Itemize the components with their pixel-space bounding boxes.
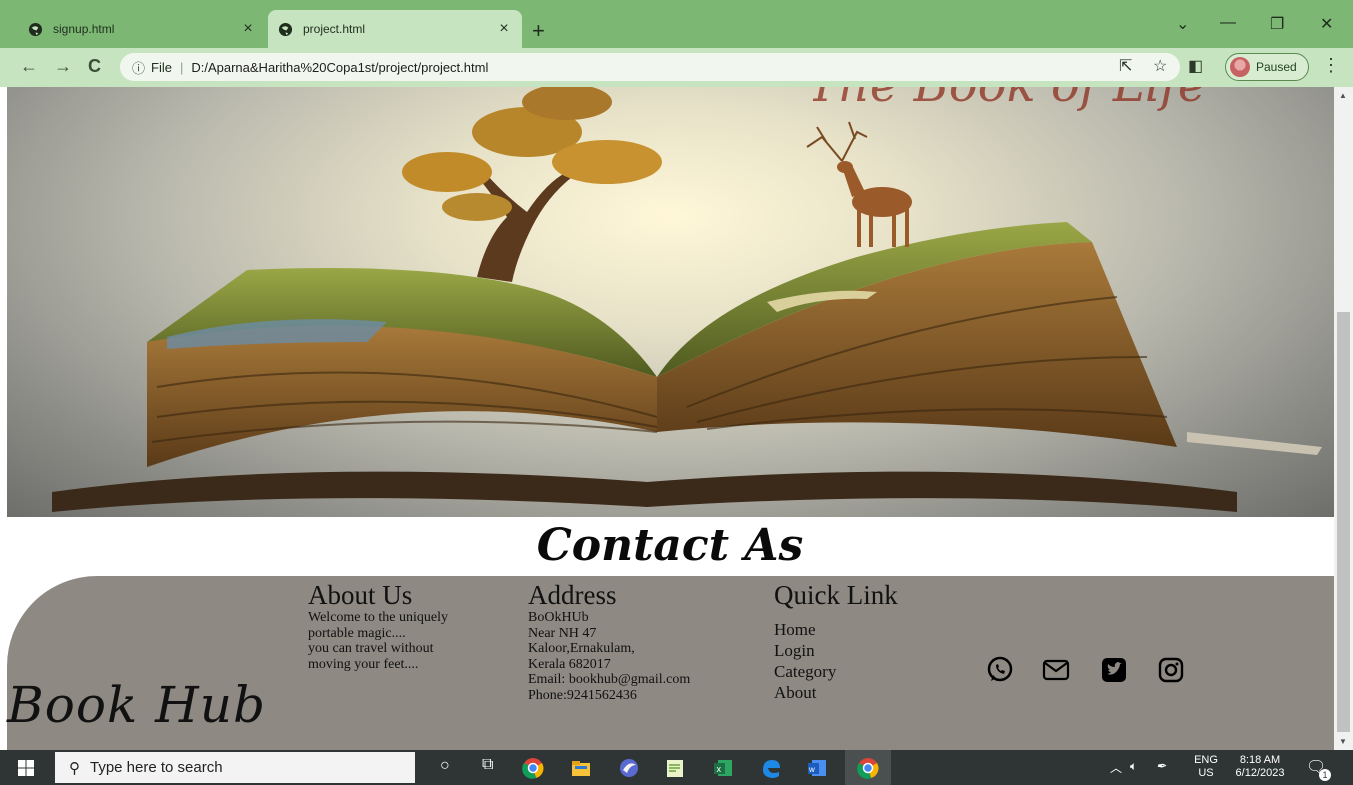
scroll-down-icon[interactable]: ▼ xyxy=(1339,737,1347,746)
quick-link-about[interactable]: About xyxy=(774,682,974,703)
back-icon[interactable]: ← xyxy=(20,56,38,77)
address-line: Kerala 682017 xyxy=(528,656,611,672)
tab-search-icon[interactable]: ⌄ xyxy=(1176,14,1189,34)
about-line: you can travel without xyxy=(308,641,434,656)
info-icon[interactable]: ⓘ xyxy=(132,58,145,77)
volume-icon[interactable]: 🔈︎ xyxy=(1130,759,1137,774)
svg-text:w: w xyxy=(808,765,815,774)
footer-brand-logo: Book Hub xyxy=(7,676,266,734)
quick-link-home[interactable]: Home xyxy=(774,619,974,640)
tab-title: project.html xyxy=(303,22,366,36)
about-line: portable magic.... xyxy=(308,625,406,641)
show-hidden-icons[interactable]: ︿ xyxy=(1110,759,1122,776)
side-panel-icon[interactable]: ◧ xyxy=(1188,56,1203,76)
quick-link-login[interactable]: Login xyxy=(774,640,974,661)
cortana-icon[interactable]: ○ xyxy=(440,757,450,775)
scroll-up-icon[interactable]: ▲ xyxy=(1339,91,1347,100)
globe-icon xyxy=(28,22,43,36)
reload-icon[interactable]: C xyxy=(88,56,101,77)
share-icon[interactable]: ⇱ xyxy=(1119,56,1132,76)
instagram-icon[interactable] xyxy=(1156,655,1186,685)
clock[interactable]: 8:18 AM 6/12/2023 xyxy=(1228,754,1292,780)
profile-button[interactable]: Paused xyxy=(1225,53,1309,81)
contact-heading: Contact As xyxy=(536,520,804,571)
site-footer: Book Hub About Us Welcome to the uniquel… xyxy=(7,576,1334,750)
close-tab-icon[interactable]: × xyxy=(240,20,256,38)
about-heading: About Us xyxy=(308,580,413,610)
url-scheme-label: File xyxy=(151,59,172,75)
clock-time: 8:18 AM xyxy=(1239,754,1281,766)
browser-toolbar: ← → C ⓘ File | D:/Aparna&Haritha%20Copa1… xyxy=(0,48,1353,87)
chrome-taskbar-icon[interactable] xyxy=(522,757,544,779)
excel-icon[interactable]: x xyxy=(712,757,734,779)
quick-link-heading: Quick Link xyxy=(774,580,898,610)
task-view-icon[interactable]: ⧉ xyxy=(482,756,493,774)
restore-icon[interactable]: ❐ xyxy=(1270,14,1284,34)
tab-signup[interactable]: signup.html × xyxy=(18,10,266,48)
clock-date: 6/12/2023 xyxy=(1235,767,1285,779)
page-viewport: The Book of Life Contact As Book Hub Abo… xyxy=(0,87,1353,750)
taskbar-search-placeholder: Type here to search xyxy=(90,759,223,776)
svg-text:x: x xyxy=(717,764,722,774)
address-heading: Address xyxy=(528,580,617,610)
about-line: Welcome to the uniquely xyxy=(308,610,448,625)
language-label: ENG xyxy=(1194,754,1218,766)
tab-title: signup.html xyxy=(53,22,115,36)
url-text[interactable]: D:/Aparna&Haritha%20Copa1st/project/proj… xyxy=(191,60,488,75)
address-section: Address BoOkHUb Near NH 47 Kaloor,Ernaku… xyxy=(528,580,748,703)
avatar xyxy=(1230,57,1250,77)
windows-taskbar: ⚲ Type here to search ○ ⧉ x w ︿ 🔈︎ ✒ ENG… xyxy=(0,750,1353,785)
quick-link-section: Quick Link Home Login Category About xyxy=(774,580,974,703)
region-label: US xyxy=(1198,767,1214,779)
minimize-icon[interactable]: — xyxy=(1220,14,1236,32)
bookmark-star-icon[interactable]: ☆ xyxy=(1153,56,1167,76)
open-book-illustration xyxy=(52,87,1322,512)
notification-count: 1 xyxy=(1319,769,1331,781)
quick-link-category[interactable]: Category xyxy=(774,661,974,682)
profile-status: Paused xyxy=(1256,60,1297,74)
whatsapp-icon[interactable] xyxy=(985,655,1015,685)
mail-icon[interactable] xyxy=(1041,655,1071,685)
address-line: Near NH 47 xyxy=(528,625,597,641)
word-icon[interactable]: w xyxy=(806,757,828,779)
taskbar-search-box[interactable]: ⚲ Type here to search xyxy=(55,752,415,783)
close-window-icon[interactable]: ✕ xyxy=(1320,14,1333,34)
search-icon: ⚲ xyxy=(69,759,80,777)
chrome-profile-taskbar-icon[interactable] xyxy=(857,757,879,779)
new-tab-button[interactable]: + xyxy=(532,18,545,44)
about-line: moving your feet.... xyxy=(308,656,419,672)
hero-script-title: The Book of Life xyxy=(807,87,1206,113)
hero-image: The Book of Life xyxy=(7,87,1334,517)
globe-icon xyxy=(278,22,293,36)
page-scrollbar[interactable]: ▲ ▼ xyxy=(1334,87,1353,750)
tab-strip: signup.html × project.html × + ⌄ — ❐ ✕ xyxy=(0,0,1353,48)
windows-start-icon[interactable] xyxy=(18,760,34,776)
close-tab-icon[interactable]: × xyxy=(496,20,512,38)
pen-icon[interactable]: ✒ xyxy=(1156,759,1166,773)
scrollbar-thumb[interactable] xyxy=(1337,312,1350,732)
address-phone: Phone:9241562436 xyxy=(528,687,637,703)
address-bar[interactable]: ⓘ File | D:/Aparna&Haritha%20Copa1st/pro… xyxy=(120,53,1180,81)
address-email: Email: bookhub@gmail.com xyxy=(528,672,691,687)
eclipse-app-icon[interactable] xyxy=(618,757,640,779)
forward-icon[interactable]: → xyxy=(54,56,72,77)
file-explorer-icon[interactable] xyxy=(570,757,592,779)
language-indicator[interactable]: ENG US xyxy=(1191,754,1221,780)
notepad-plus-icon[interactable] xyxy=(664,757,686,779)
address-line: Kaloor,Ernakulam, xyxy=(528,641,635,656)
about-section: About Us Welcome to the uniquely portabl… xyxy=(308,580,508,672)
address-line: BoOkHUb xyxy=(528,610,589,625)
menu-icon[interactable]: ⋮ xyxy=(1322,55,1340,76)
twitter-icon[interactable] xyxy=(1099,655,1129,685)
edge-icon[interactable] xyxy=(760,757,782,779)
tab-project[interactable]: project.html × xyxy=(268,10,522,48)
